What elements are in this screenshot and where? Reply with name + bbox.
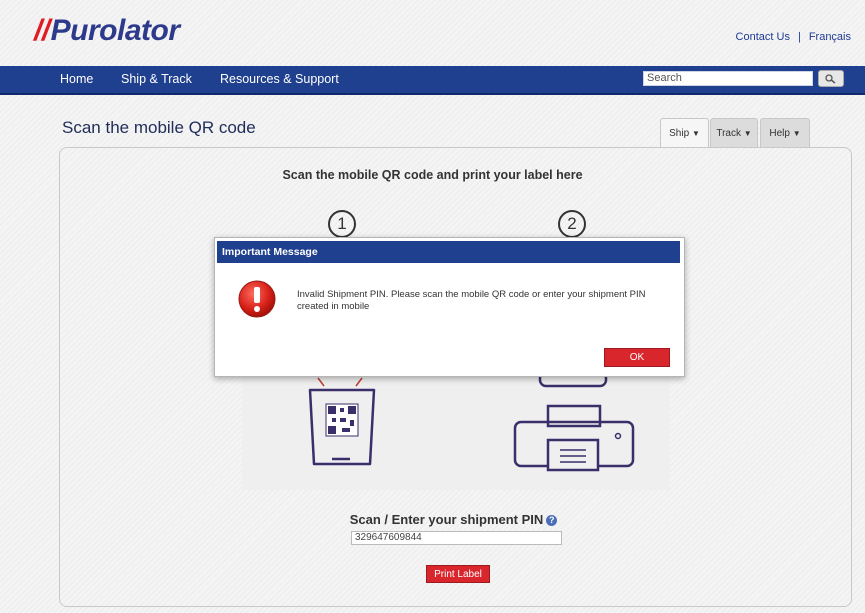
pin-label: Scan / Enter your shipment PIN? (0, 512, 865, 527)
step-1-circle: 1 (328, 210, 356, 238)
search-icon (825, 73, 836, 84)
top-links: Contact Us | Français (736, 31, 851, 43)
error-icon (238, 280, 276, 318)
help-icon[interactable]: ? (546, 515, 558, 527)
caret-down-icon: ▼ (743, 129, 752, 138)
nav-item-ship-track[interactable]: Ship & Track (121, 72, 192, 86)
page-title: Scan the mobile QR code (62, 118, 256, 137)
tab-ship-label: Ship (669, 128, 690, 139)
tab-ship[interactable]: Ship ▼ (660, 118, 709, 148)
main-navbar: Home Ship & Track Resources & Support Se… (0, 66, 865, 95)
nav-item-resources-support[interactable]: Resources & Support (220, 72, 339, 86)
instruction-illustration (242, 362, 670, 490)
pin-label-text: Scan / Enter your shipment PIN (349, 512, 544, 527)
nav-item-home[interactable]: Home (60, 72, 93, 86)
shipment-pin-input[interactable]: 329647609844 (351, 531, 562, 545)
language-link[interactable]: Français (809, 31, 851, 43)
dialog-title: Important Message (217, 241, 680, 263)
caret-down-icon: ▼ (792, 129, 801, 138)
ok-button[interactable]: OK (604, 348, 670, 367)
step-2-circle: 2 (558, 210, 586, 238)
important-message-dialog: Important Message Invalid Shipment PIN. … (214, 237, 685, 377)
contact-us-link[interactable]: Contact Us (736, 31, 790, 43)
tab-track-label: Track (716, 128, 741, 139)
dialog-message: Invalid Shipment PIN. Please scan the mo… (297, 289, 646, 312)
search-input[interactable]: Search (643, 71, 813, 86)
link-separator: | (797, 31, 801, 43)
purolator-logo[interactable]: //Purolator (34, 14, 180, 48)
tab-help-label: Help (769, 128, 790, 139)
caret-down-icon: ▼ (691, 129, 700, 138)
tab-help[interactable]: Help ▼ (760, 118, 810, 148)
panel-heading: Scan the mobile QR code and print your l… (282, 168, 583, 182)
tab-track[interactable]: Track ▼ (710, 118, 758, 148)
site-header: //Purolator Contact Us | Français (0, 0, 865, 66)
search-button[interactable] (818, 70, 844, 87)
printer-icon (513, 370, 635, 472)
print-label-button[interactable]: Print Label (426, 565, 490, 583)
phone-qr-icon (308, 377, 376, 466)
